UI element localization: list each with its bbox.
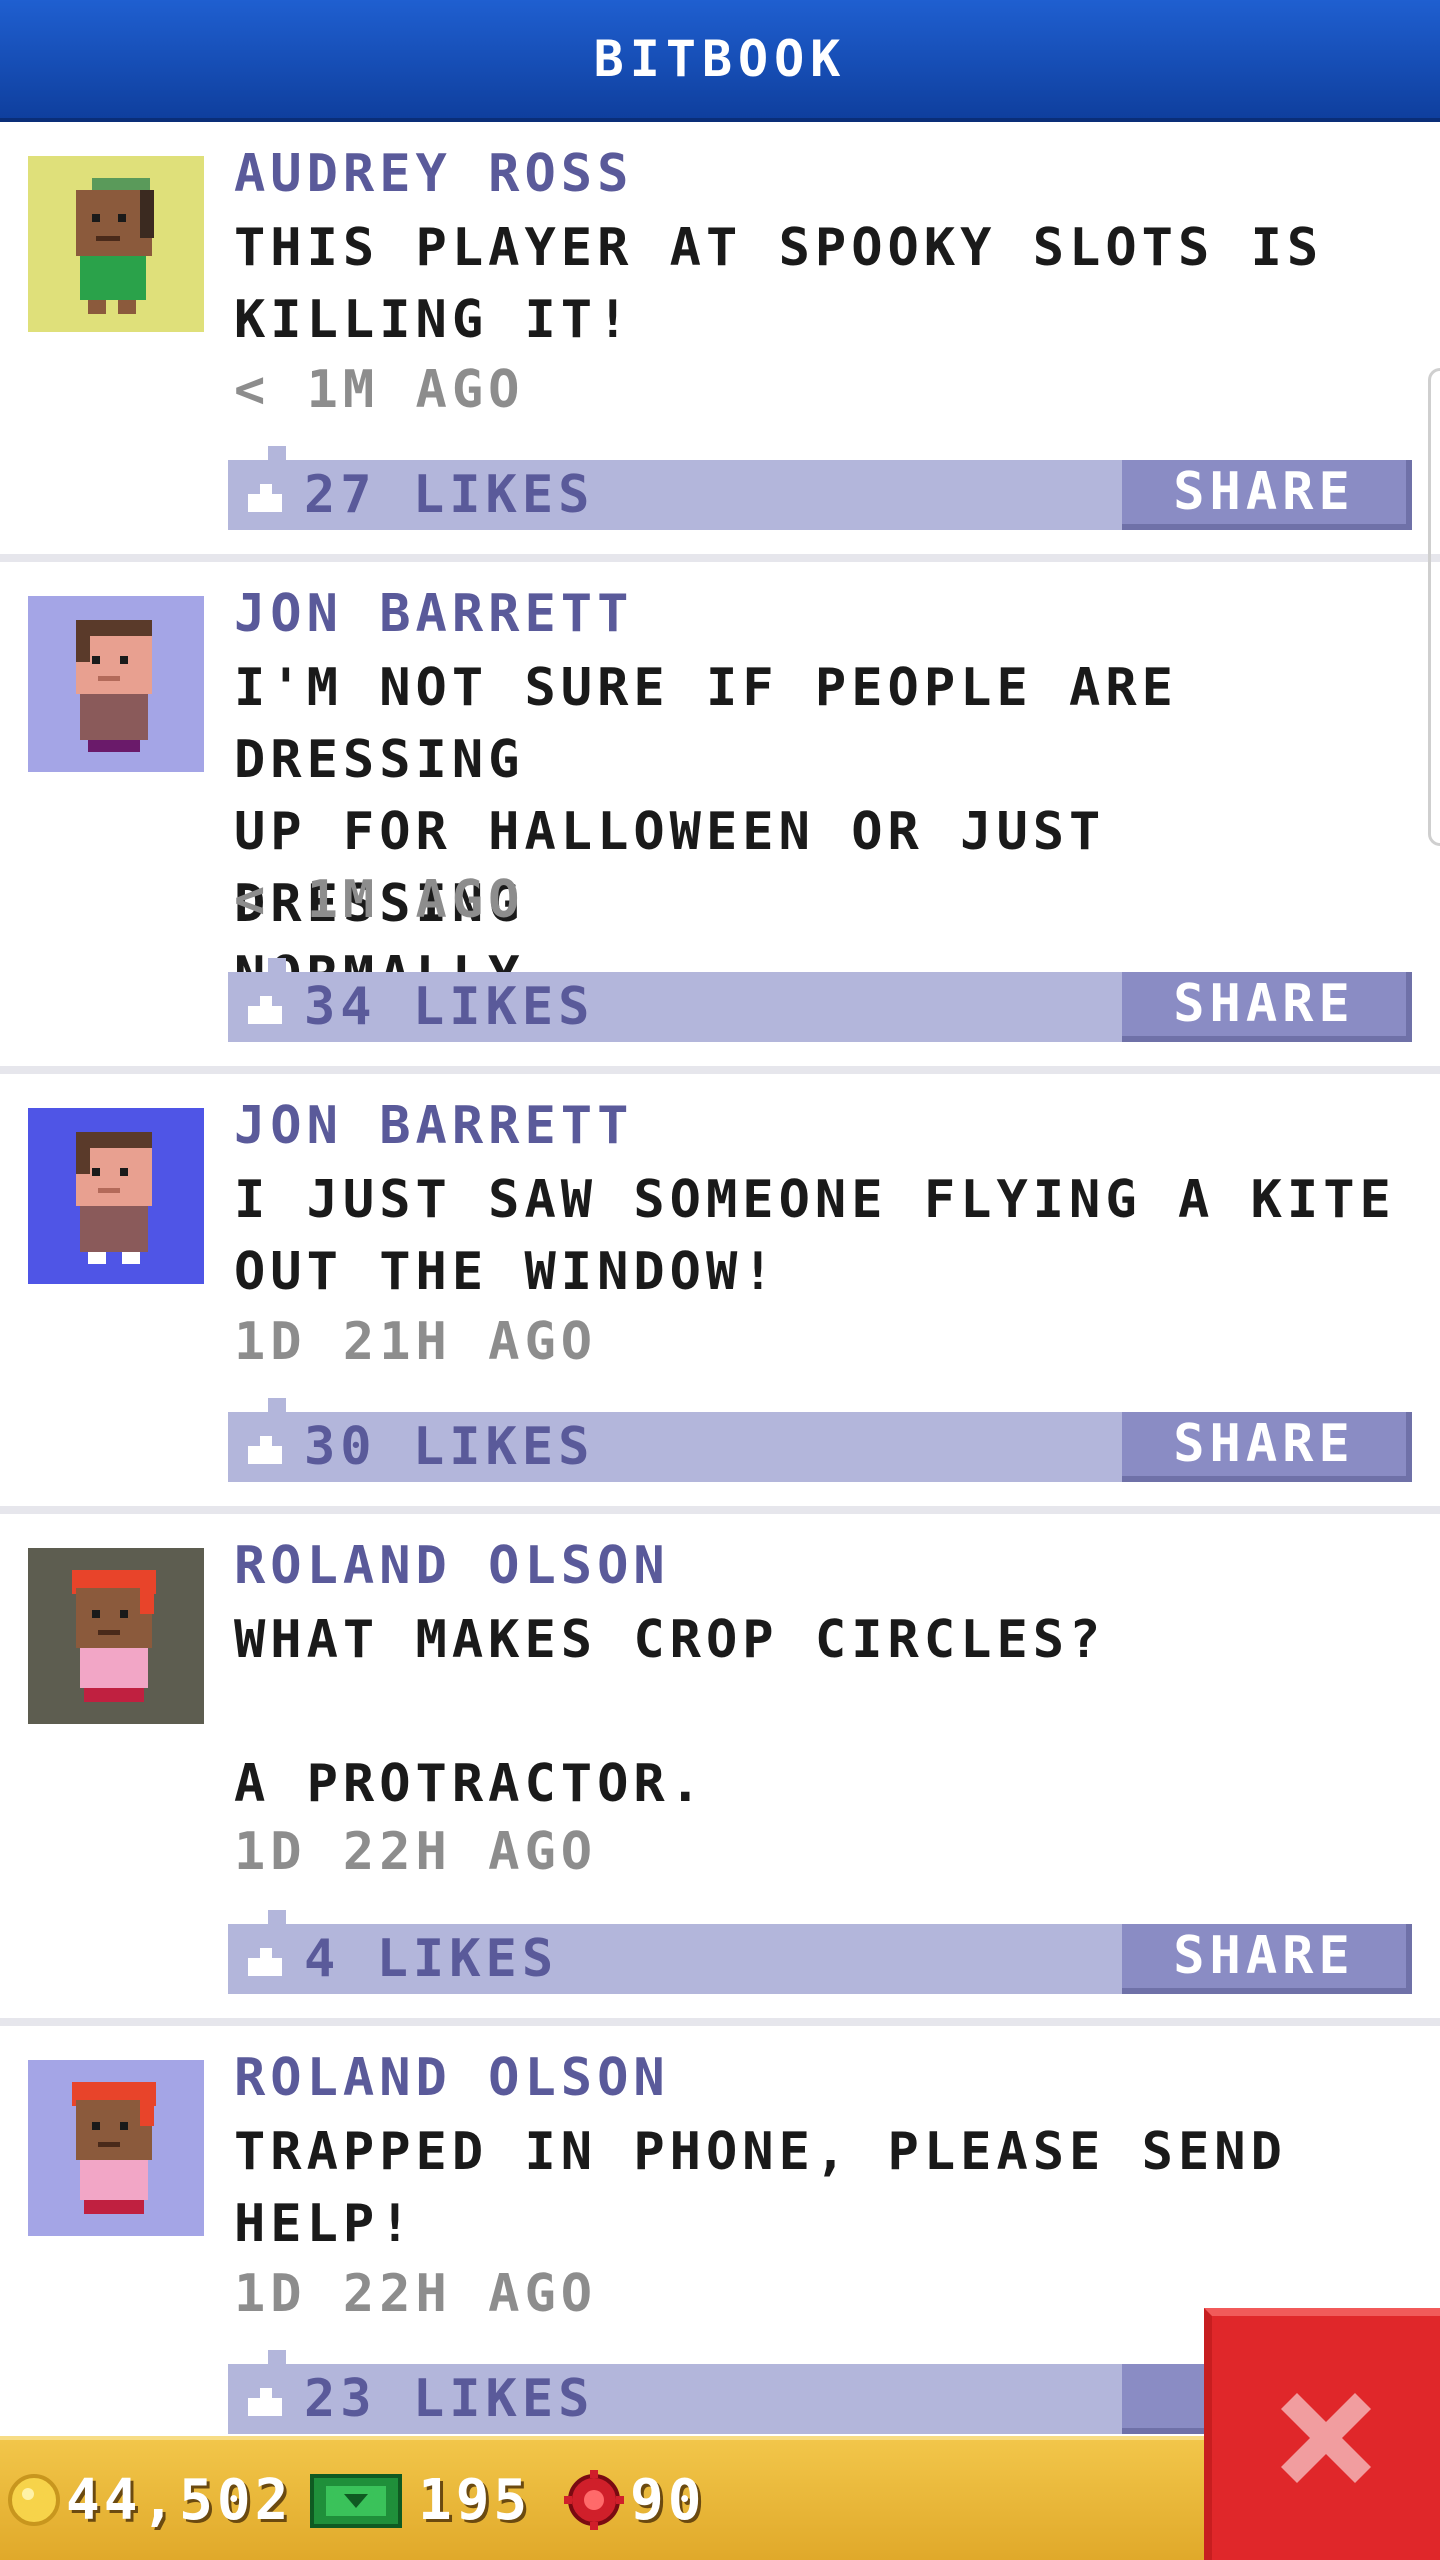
post-time: 1D 21H AGO bbox=[234, 1312, 598, 1372]
post-message: WHAT MAKES CROP CIRCLES? A PROTRACTOR. bbox=[234, 1610, 1106, 1814]
post-item: JON BARRETT I'M NOT SURE IF PEOPLE ARE D… bbox=[0, 562, 1440, 1074]
post-message: TRAPPED IN PHONE, PLEASE SEND HELP! bbox=[234, 2122, 1287, 2254]
likes-bar: 30 LIKES SHARE bbox=[228, 1398, 1412, 1482]
tokens-stat: 90 bbox=[562, 2460, 705, 2540]
post-item: ROLAND OLSON WHAT MAKES CROP CIRCLES? A … bbox=[0, 1514, 1440, 2026]
tokens-count: 90 bbox=[630, 2467, 706, 2533]
likes-bar: 4 LIKES SHARE bbox=[228, 1910, 1412, 1994]
post-author: JON BARRETT bbox=[234, 584, 634, 644]
post-item: JON BARRETT I JUST SAW SOMEONE FLYING A … bbox=[0, 1074, 1440, 1514]
post-message: I'M NOT SURE IF PEOPLE ARE DRESSING UP F… bbox=[234, 658, 1178, 1006]
likes-bar-notch bbox=[268, 1910, 286, 1924]
likes-bar: 27 LIKES SHARE bbox=[228, 446, 1412, 530]
bux-count: 195 bbox=[418, 2467, 532, 2533]
app-title: BITBOOK bbox=[593, 30, 847, 88]
share-button[interactable]: SHARE bbox=[1122, 1924, 1412, 1994]
likes-count: 30 LIKES bbox=[304, 1417, 595, 1477]
likes-count: 27 LIKES bbox=[304, 465, 595, 525]
thumbs-up-icon bbox=[248, 484, 282, 512]
avatar[interactable] bbox=[28, 156, 204, 332]
app-header: BITBOOK bbox=[0, 0, 1440, 122]
share-button[interactable]: SHARE bbox=[1122, 460, 1412, 530]
post-author: AUDREY ROSS bbox=[234, 144, 634, 204]
share-button[interactable]: SHARE bbox=[1122, 1412, 1412, 1482]
post-time: < 1M AGO bbox=[234, 870, 525, 930]
avatar-roland-image bbox=[28, 1548, 204, 1724]
likes-bar-notch bbox=[268, 446, 286, 460]
close-button[interactable] bbox=[1204, 2308, 1440, 2560]
likes-count: 34 LIKES bbox=[304, 977, 595, 1037]
likes-count: 23 LIKES bbox=[304, 2369, 595, 2429]
post-author: ROLAND OLSON bbox=[234, 1536, 670, 1596]
bux-icon bbox=[310, 2474, 402, 2528]
thumbs-up-icon bbox=[248, 996, 282, 1024]
coin-icon bbox=[8, 2474, 60, 2526]
post-author: ROLAND OLSON bbox=[234, 2048, 670, 2108]
coins-stat: 44,502 bbox=[6, 2460, 292, 2540]
avatar-jon-image bbox=[28, 1108, 204, 1284]
avatar-roland-image bbox=[28, 2060, 204, 2236]
post-time: 1D 22H AGO bbox=[234, 2264, 598, 2324]
likes-bar-notch bbox=[268, 2350, 286, 2364]
post-time: < 1M AGO bbox=[234, 360, 525, 420]
bux-stat: 195 bbox=[306, 2460, 531, 2540]
avatar[interactable] bbox=[28, 2060, 204, 2236]
share-button[interactable]: SHARE bbox=[1122, 972, 1412, 1042]
avatar[interactable] bbox=[28, 596, 204, 772]
post-time: 1D 22H AGO bbox=[234, 1822, 598, 1882]
likes-bar-notch bbox=[268, 1398, 286, 1412]
likes-bar: 34 LIKES SHARE bbox=[228, 958, 1412, 1042]
avatar-jon-image bbox=[28, 596, 204, 772]
coins-count: 44,502 bbox=[66, 2467, 293, 2533]
post-item: AUDREY ROSS THIS PLAYER AT SPOOKY SLOTS … bbox=[0, 122, 1440, 562]
thumbs-up-icon bbox=[248, 1436, 282, 1464]
token-icon bbox=[564, 2470, 624, 2530]
likes-count: 4 LIKES bbox=[304, 1929, 559, 1989]
post-message: I JUST SAW SOMEONE FLYING A KITE OUT THE… bbox=[234, 1170, 1396, 1302]
likes-bar-notch bbox=[268, 958, 286, 972]
scrollbar[interactable] bbox=[1428, 368, 1440, 846]
post-author: JON BARRETT bbox=[234, 1096, 634, 1156]
thumbs-up-icon bbox=[248, 2388, 282, 2416]
avatar-audrey-image bbox=[28, 156, 204, 332]
close-icon bbox=[1281, 2393, 1371, 2483]
post-message: THIS PLAYER AT SPOOKY SLOTS IS KILLING I… bbox=[234, 218, 1324, 350]
avatar[interactable] bbox=[28, 1108, 204, 1284]
thumbs-up-icon bbox=[248, 1948, 282, 1976]
avatar[interactable] bbox=[28, 1548, 204, 1724]
